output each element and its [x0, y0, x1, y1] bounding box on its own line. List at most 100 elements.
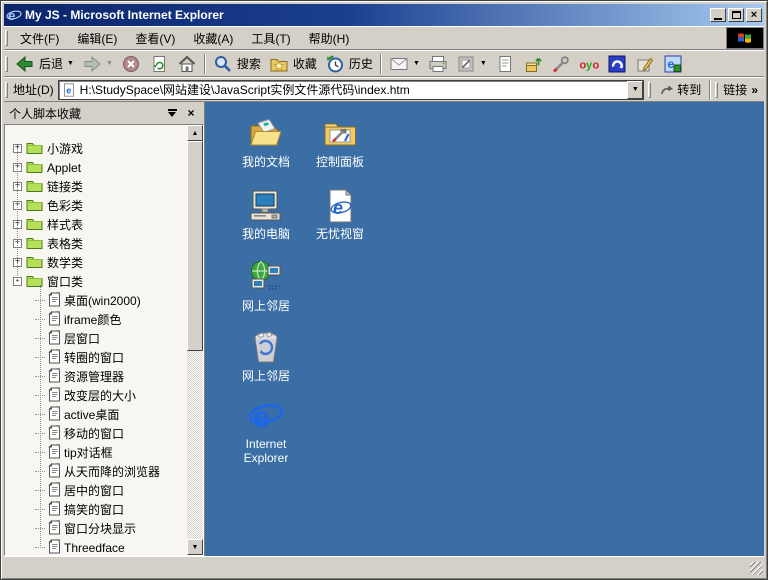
tree-folder[interactable]: +小游戏 [5, 139, 187, 158]
desktop-item-label[interactable]: 我的文档 [242, 155, 290, 169]
scroll-up-button[interactable]: ▲ [187, 125, 203, 141]
ie-logo-icon: e [6, 7, 22, 23]
favorites-button[interactable]: 收藏 [265, 53, 321, 75]
control-panel-icon[interactable] [322, 116, 358, 152]
notes-button[interactable] [631, 53, 659, 75]
maximize-button[interactable] [728, 8, 744, 22]
my-documents-icon[interactable] [248, 116, 284, 152]
tree-folder[interactable]: +色彩类 [5, 196, 187, 215]
tree-folder[interactable]: +表格类 [5, 234, 187, 253]
menu-item-favorites[interactable]: 收藏(A) [184, 26, 242, 51]
desktop-item-network-places[interactable]: 网上邻居 [227, 260, 305, 313]
desktop-item-label[interactable]: 我的电脑 [242, 227, 290, 241]
print-button[interactable] [424, 53, 452, 75]
tree-item[interactable]: 居中的窗口 [5, 481, 187, 500]
tree-folder[interactable]: +数学类 [5, 253, 187, 272]
forward-button[interactable]: ▼ [78, 53, 117, 75]
tree-item[interactable]: 资源管理器 [5, 367, 187, 386]
links-bar[interactable]: 链接 » [721, 80, 764, 99]
internet-explorer-icon[interactable]: e [248, 398, 284, 434]
tree-item[interactable]: iframe颜色 [5, 310, 187, 329]
links-grip[interactable] [715, 82, 718, 98]
recycle-bin-icon[interactable] [248, 330, 284, 366]
sidebar-autohide-button[interactable] [164, 106, 180, 120]
address-input[interactable]: e H:\StudySpace\网站建设\JavaScript实例文件源代码\i… [58, 80, 645, 100]
toolbar-grip[interactable] [5, 56, 8, 72]
netants-button[interactable] [603, 53, 631, 75]
scrollbar-thumb[interactable] [187, 141, 203, 351]
sidebar-scrollbar[interactable]: ▲ ▼ [187, 125, 203, 555]
oyo-button[interactable]: oyo [575, 53, 603, 75]
tree-item[interactable]: tip对话框 [5, 443, 187, 462]
tree-item[interactable]: 搞笑的窗口 [5, 500, 187, 519]
tree-item[interactable]: 转圈的窗口 [5, 348, 187, 367]
desktop-item-label[interactable]: 网上邻居 [242, 299, 290, 313]
search-button[interactable]: 搜索 [209, 53, 265, 75]
sidebar-close-button[interactable]: × [183, 106, 199, 120]
desktop-item-control-panel[interactable]: 控制面板 [301, 116, 379, 169]
desktop-item-my-documents[interactable]: 我的文档 [227, 116, 305, 169]
tree-folder[interactable]: +样式表 [5, 215, 187, 234]
tree-folder[interactable]: -窗口类 [5, 272, 187, 291]
desktop-item-recycle-bin[interactable]: 网上邻居 [227, 330, 305, 383]
tree-item[interactable]: Threedface [5, 538, 187, 555]
menu-item-edit[interactable]: 编辑(E) [68, 26, 126, 51]
desktop-item-my-computer[interactable]: 我的电脑 [227, 188, 305, 241]
go-button[interactable]: 转到 [654, 80, 706, 99]
tree-item[interactable]: 从天而降的浏览器 [5, 462, 187, 481]
tree-item[interactable]: 改变层的大小 [5, 386, 187, 405]
tree-folder[interactable]: +Applet [5, 158, 187, 177]
back-button[interactable]: 后退 ▼ [11, 53, 78, 75]
edit-dropdown-icon[interactable]: ▼ [480, 60, 487, 67]
close-button[interactable]: × [746, 8, 762, 22]
address-dropdown-button[interactable]: ▼ [627, 81, 643, 99]
edit-button[interactable]: ▼ [452, 53, 491, 75]
stop-button[interactable] [117, 53, 145, 75]
my-computer-icon[interactable] [248, 188, 284, 224]
desktop-item-label[interactable]: Internet Explorer [227, 437, 305, 465]
refresh-button[interactable] [145, 53, 173, 75]
tree-folder[interactable]: +链接类 [5, 177, 187, 196]
home-button[interactable] [173, 53, 201, 75]
desktop-item-label[interactable]: 无忧视窗 [316, 227, 364, 241]
mail-dropdown-icon[interactable]: ▼ [413, 60, 420, 67]
menubar-grip[interactable] [5, 30, 8, 46]
addressbar-grip[interactable] [5, 82, 8, 98]
menu-item-file[interactable]: 文件(F) [11, 26, 68, 51]
tree-item[interactable]: 窗口分块显示 [5, 519, 187, 538]
desktop-item-ie-document[interactable]: e 无忧视窗 [301, 188, 379, 241]
close-icon: × [751, 10, 757, 20]
mail-button[interactable]: ▼ [385, 53, 424, 75]
desktop-item-internet-explorer[interactable]: e Internet Explorer [227, 398, 305, 465]
resize-grip[interactable] [750, 562, 763, 575]
tree-item[interactable]: 层窗口 [5, 329, 187, 348]
e-dialer-button[interactable]: e [659, 53, 687, 75]
menu-item-tools[interactable]: 工具(T) [242, 26, 299, 51]
svg-text:e: e [66, 85, 71, 95]
window-title: My JS - Microsoft Internet Explorer [25, 8, 708, 22]
tree-item[interactable]: 桌面(win2000) [5, 291, 187, 310]
network-places-icon[interactable] [248, 260, 284, 296]
history-icon [325, 54, 345, 74]
scrollbar-track[interactable] [187, 141, 203, 539]
back-dropdown-icon[interactable]: ▼ [67, 60, 74, 67]
discuss-button[interactable] [491, 53, 519, 75]
history-button[interactable]: 历史 [321, 53, 377, 75]
desktop-item-label[interactable]: 网上邻居 [242, 369, 290, 383]
title-bar[interactable]: e My JS - Microsoft Internet Explorer × [4, 4, 764, 26]
address-value[interactable]: H:\StudySpace\网站建设\JavaScript实例文件源代码\ind… [80, 81, 628, 98]
svg-text:o: o [592, 59, 599, 71]
links-chevron-icon[interactable]: » [751, 83, 758, 97]
tree-item[interactable]: active桌面 [5, 405, 187, 424]
tree-item[interactable]: 移动的窗口 [5, 424, 187, 443]
menu-item-view[interactable]: 查看(V) [126, 26, 184, 51]
upload-button[interactable] [519, 53, 547, 75]
forward-dropdown-icon[interactable]: ▼ [106, 60, 113, 67]
menu-item-help[interactable]: 帮助(H) [300, 26, 359, 51]
desktop-item-label[interactable]: 控制面板 [316, 155, 364, 169]
ie-document-icon[interactable]: e [322, 188, 358, 224]
notes-icon [635, 54, 655, 74]
tools-button[interactable] [547, 53, 575, 75]
minimize-button[interactable] [710, 8, 726, 22]
scroll-down-button[interactable]: ▼ [187, 539, 203, 555]
